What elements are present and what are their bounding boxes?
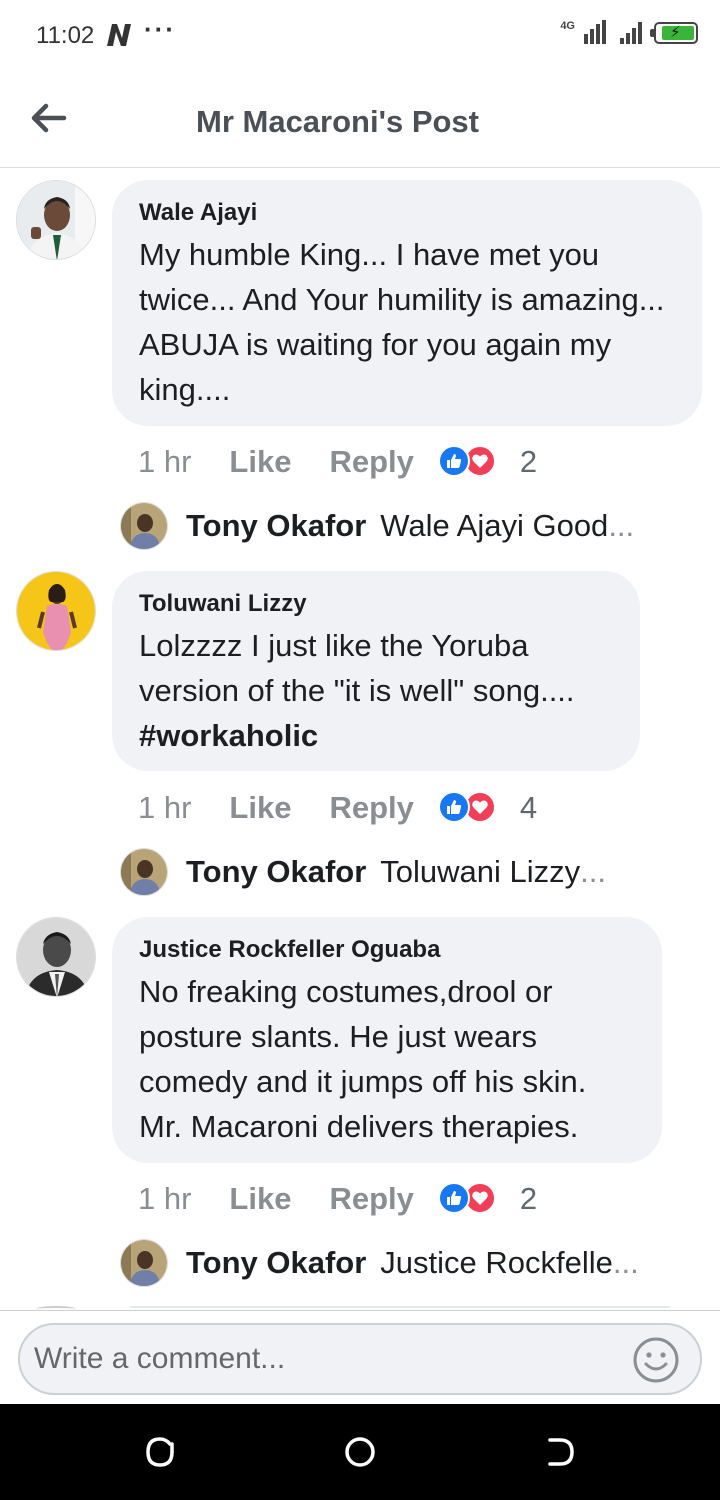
back-icon[interactable] [542, 1434, 578, 1470]
signal-icon [620, 20, 642, 44]
comment-text: No freaking costumes,drool or posture sl… [139, 974, 587, 1144]
hashtag-link[interactable]: #workaholic [139, 718, 318, 753]
recents-icon[interactable] [142, 1434, 178, 1470]
back-button[interactable] [24, 94, 72, 142]
reply-snippet: Justice Rockfelle [380, 1245, 613, 1280]
reaction-count[interactable]: 4 [520, 790, 537, 826]
signal-4g-icon [584, 20, 606, 44]
reply-ellipsis: ... [580, 854, 606, 889]
reply-ellipsis: ... [612, 1245, 639, 1280]
page-title: Mr Macaroni's Post [196, 104, 479, 139]
screen: 11:02 ··· 4G ⚡ Mr Macaroni's Post Wale A… [0, 0, 720, 1500]
comment-bubble[interactable]: Toluwani Lizzy Lolzzzz I just like the Y… [112, 571, 640, 771]
reaction-count[interactable]: 2 [520, 444, 537, 480]
avatar-image [17, 572, 95, 650]
reply-author: Tony Okafor [186, 854, 367, 889]
home-icon[interactable] [342, 1434, 378, 1470]
comment-time[interactable]: 1 hr [138, 444, 191, 480]
comment-actions: 1 hr Like Reply 4 [138, 788, 537, 828]
like-reaction-icon [437, 445, 470, 477]
reply-snippet: Wale Ajayi Good [380, 508, 609, 543]
reply-preview[interactable]: Tony Okafor Toluwani Lizzy... [120, 848, 680, 896]
comment-author[interactable]: Wale Ajayi [139, 198, 674, 228]
status-icons: 4G ⚡ [560, 20, 698, 44]
reply-button[interactable]: Reply [329, 1181, 413, 1217]
reply-ellipsis: ... [608, 508, 635, 543]
reactions[interactable] [437, 1182, 498, 1216]
reaction-count[interactable]: 2 [520, 1181, 537, 1217]
like-button[interactable]: Like [229, 444, 291, 480]
comment-time[interactable]: 1 hr [138, 790, 191, 826]
smiley-icon[interactable] [632, 1336, 680, 1384]
arrow-left-icon [31, 103, 67, 133]
avatar [120, 502, 168, 550]
reply-author: Tony Okafor [186, 508, 367, 543]
like-button[interactable]: Like [229, 1181, 291, 1217]
comment-bubble[interactable]: Wale Ajayi My humble King... I have met … [112, 180, 702, 426]
comment-bubble[interactable]: Justice Rockfeller Oguaba No freaking co… [112, 917, 662, 1163]
status-time: 11:02 [36, 22, 95, 49]
reactions[interactable] [437, 791, 498, 825]
avatar [120, 848, 168, 896]
comment-author[interactable]: Toluwani Lizzy [139, 589, 612, 619]
avatar[interactable] [16, 180, 96, 260]
comment-author[interactable]: Justice Rockfeller Oguaba [139, 935, 634, 965]
avatar[interactable] [16, 571, 96, 651]
comment-composer [0, 1310, 720, 1404]
avatar-image [17, 181, 95, 259]
comment-text: Lolzzzz I just like the Yoruba version o… [139, 623, 612, 758]
more-dots-icon: ··· [144, 14, 176, 44]
system-nav-bar [0, 1404, 720, 1500]
comment-text: My humble King... I have met you twice..… [139, 237, 665, 407]
app-header: Mr Macaroni's Post [0, 72, 720, 168]
reply-preview[interactable]: Tony Okafor Wale Ajayi Good... [120, 502, 680, 550]
comment-time[interactable]: 1 hr [138, 1181, 191, 1217]
comment-actions: 1 hr Like Reply 2 [138, 442, 537, 482]
like-reaction-icon [437, 1182, 470, 1214]
status-bar: 11:02 ··· 4G ⚡ [0, 0, 720, 72]
avatar[interactable] [16, 917, 96, 997]
avatar [120, 1239, 168, 1287]
like-button[interactable]: Like [229, 790, 291, 826]
like-reaction-icon [437, 791, 470, 823]
reply-author: Tony Okafor [186, 1245, 367, 1280]
comment-input[interactable] [18, 1323, 702, 1395]
reply-snippet: Toluwani Lizzy [380, 854, 581, 889]
avatar-image [17, 918, 95, 996]
network-type-label: 4G [560, 20, 575, 32]
n-app-icon [107, 24, 131, 46]
reply-button[interactable]: Reply [329, 444, 413, 480]
comment-text-body: Lolzzzz I just like the Yoruba version o… [139, 628, 575, 708]
battery-charging-icon: ⚡ [650, 22, 698, 44]
comment-actions: 1 hr Like Reply 2 [138, 1179, 537, 1219]
reply-preview[interactable]: Tony Okafor Justice Rockfelle... [120, 1239, 680, 1287]
reactions[interactable] [437, 445, 498, 479]
reply-button[interactable]: Reply [329, 790, 413, 826]
